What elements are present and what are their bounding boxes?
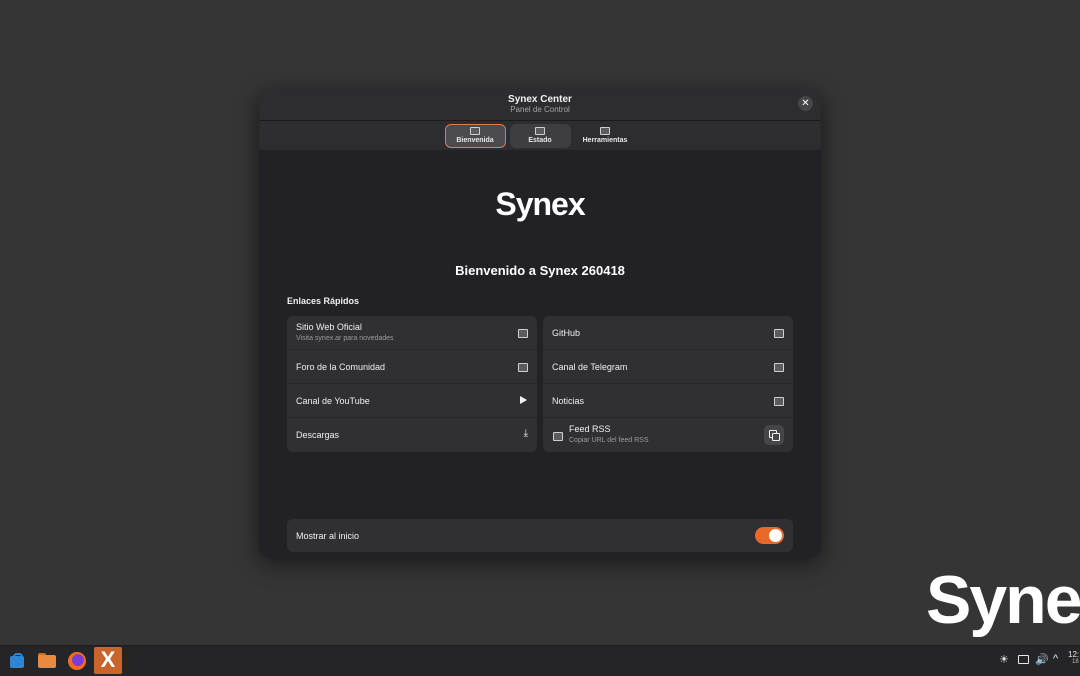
quick-links-title: Enlaces Rápidos xyxy=(287,296,360,306)
link-descargas[interactable]: Descargas ⤓ xyxy=(287,418,537,452)
external-link-icon xyxy=(518,363,528,372)
tab-label: Herramientas xyxy=(582,137,628,144)
copy-rss-button[interactable] xyxy=(764,425,784,445)
link-noticias[interactable]: Noticias xyxy=(543,384,793,418)
window-subtitle: Panel de Control xyxy=(510,105,570,114)
volume-icon[interactable]: 🔊 xyxy=(1035,654,1049,666)
link-label: GitHub xyxy=(552,328,581,338)
external-link-icon xyxy=(518,329,528,338)
link-label: Foro de la Comunidad xyxy=(296,362,386,372)
tools-tab-icon xyxy=(600,127,610,135)
external-link-icon xyxy=(774,397,784,406)
link-sitio-web[interactable]: Sitio Web Oficial Visita synex.ar para n… xyxy=(287,316,537,350)
status-tab-icon xyxy=(535,127,545,135)
rss-icon xyxy=(553,432,563,441)
synex-logo: Synex xyxy=(495,186,585,222)
desktop-logo: Synex xyxy=(926,562,1080,638)
external-link-icon xyxy=(774,363,784,372)
link-label: Canal de Telegram xyxy=(552,362,628,372)
store-icon[interactable] xyxy=(5,649,29,673)
quick-links-left: Sitio Web Oficial Visita synex.ar para n… xyxy=(287,316,537,452)
synex-center-window: Synex Center Panel de Control ✕ Bienveni… xyxy=(259,89,821,557)
link-label: Descargas xyxy=(296,430,340,440)
welcome-tab-icon xyxy=(470,127,480,135)
link-feed-rss: Feed RSS Copiar URL del feed RSS xyxy=(543,418,793,452)
link-youtube[interactable]: Canal de YouTube xyxy=(287,384,537,418)
link-foro[interactable]: Foro de la Comunidad xyxy=(287,350,537,384)
synex-icon[interactable]: X xyxy=(94,647,122,674)
network-icon[interactable] xyxy=(1018,655,1029,664)
close-button[interactable]: ✕ xyxy=(798,96,813,111)
taskbar: X ☀ 🔊 ^ 12: 18 xyxy=(0,645,1080,676)
brightness-icon[interactable]: ☀ xyxy=(999,654,1009,666)
tab-bar: Bienvenida Estado Herramientas xyxy=(259,121,821,150)
startup-toggle-row: Mostrar al inicio xyxy=(287,519,793,552)
welcome-heading: Bienvenido a Synex 260418 xyxy=(455,263,625,278)
tab-estado[interactable]: Estado xyxy=(509,123,571,148)
link-sublabel: Copiar URL del feed RSS xyxy=(569,437,649,444)
firefox-icon[interactable] xyxy=(65,649,89,673)
link-label: Feed RSS xyxy=(569,424,611,434)
clock-time[interactable]: 12: xyxy=(1068,650,1079,659)
window-title: Synex Center xyxy=(508,94,572,105)
download-icon: ⤓ xyxy=(523,428,528,439)
tab-label: Bienvenida xyxy=(456,137,494,144)
link-github[interactable]: GitHub xyxy=(543,316,793,350)
external-link-icon xyxy=(774,329,784,338)
quick-links-right: GitHub Canal de Telegram Noticias Feed R… xyxy=(543,316,793,452)
files-icon[interactable] xyxy=(35,649,59,673)
link-label: Sitio Web Oficial xyxy=(296,322,362,332)
tab-bienvenida[interactable]: Bienvenida xyxy=(444,123,506,148)
play-icon xyxy=(520,396,527,404)
startup-toggle-switch[interactable] xyxy=(755,527,784,544)
chevron-up-icon[interactable]: ^ xyxy=(1053,653,1058,665)
link-label: Noticias xyxy=(552,396,585,406)
link-telegram[interactable]: Canal de Telegram xyxy=(543,350,793,384)
tab-label: Estado xyxy=(528,137,552,144)
link-sublabel: Visita synex.ar para novedades xyxy=(296,335,394,342)
close-icon: ✕ xyxy=(801,98,810,109)
welcome-page: Synex Bienvenido a Synex 260418 Enlaces … xyxy=(259,150,821,557)
startup-toggle-label: Mostrar al inicio xyxy=(296,531,360,541)
clock-date: 18 xyxy=(1072,659,1079,665)
switch-knob xyxy=(769,529,782,542)
link-label: Canal de YouTube xyxy=(296,396,370,406)
tab-herramientas[interactable]: Herramientas xyxy=(575,124,636,148)
titlebar: Synex Center Panel de Control ✕ xyxy=(259,89,821,121)
